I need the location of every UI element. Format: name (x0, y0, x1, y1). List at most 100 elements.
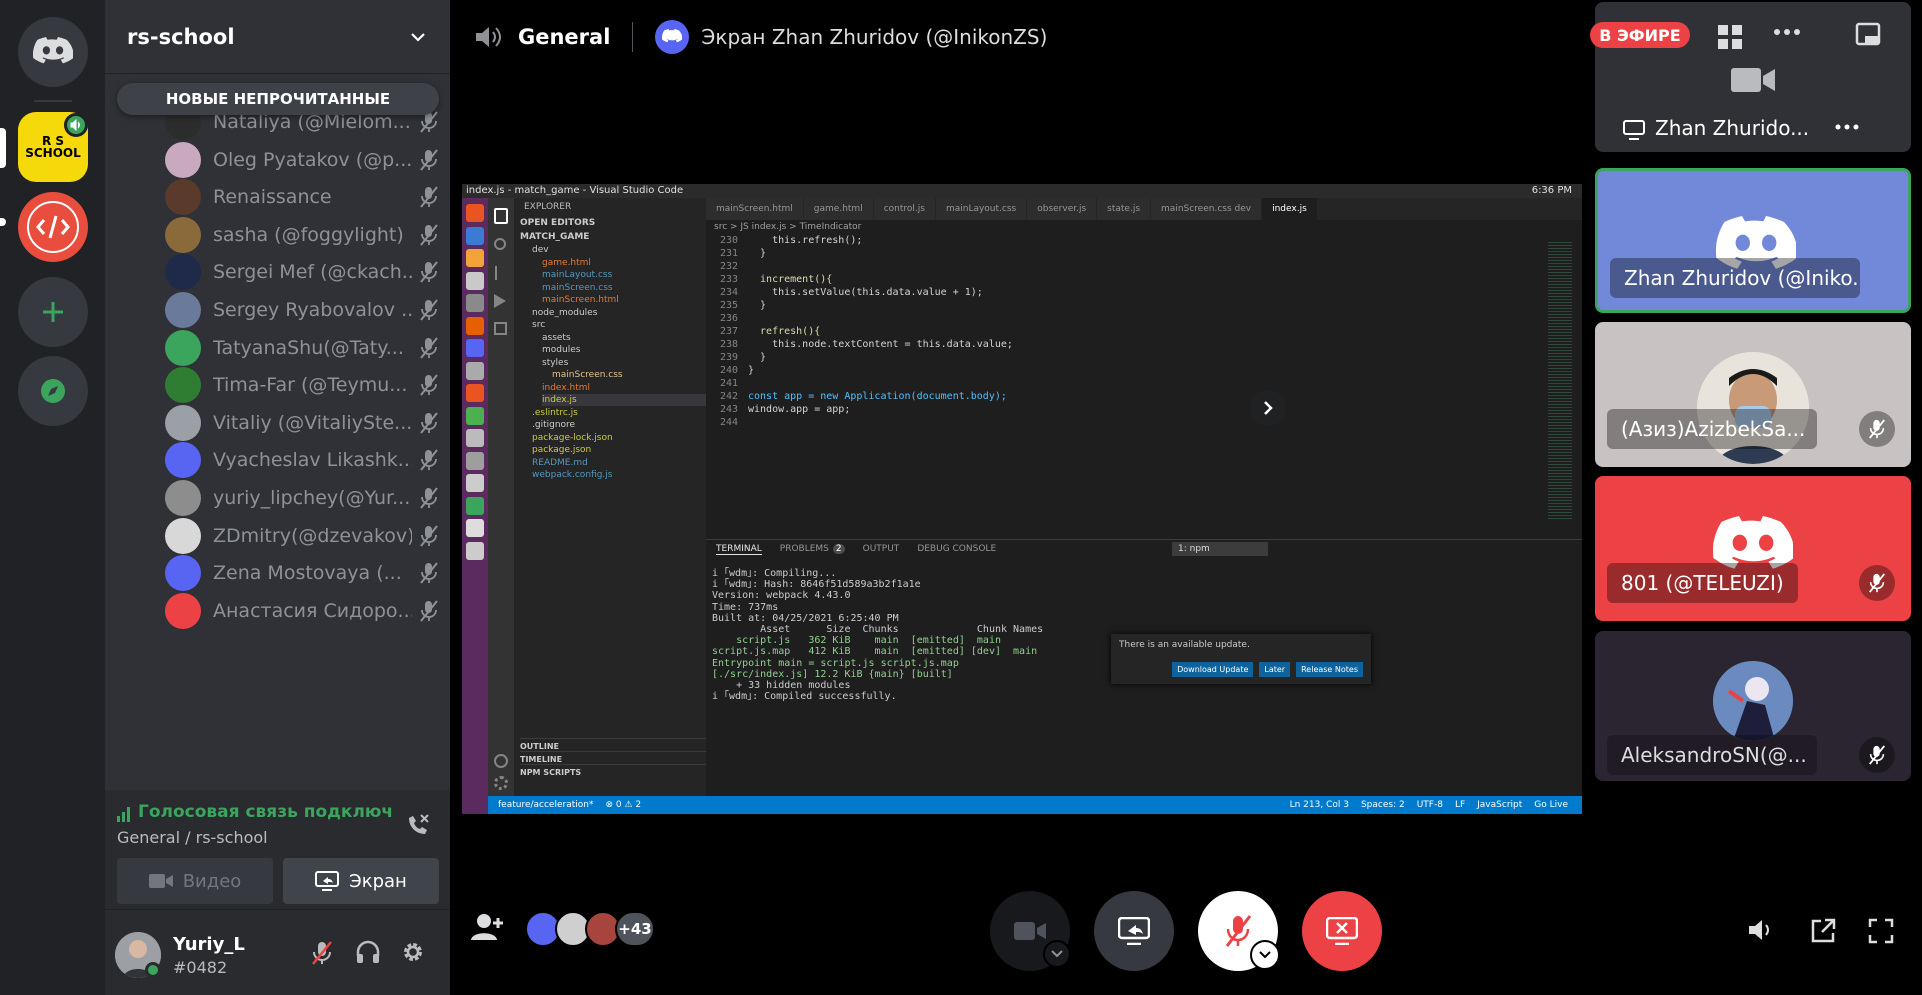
launcher-app-icon[interactable] (466, 519, 484, 537)
notification-button[interactable]: Release Notes (1296, 662, 1363, 677)
file-tree-item[interactable]: webpack.config.js (532, 469, 612, 481)
file-tree-item[interactable]: styles (542, 357, 568, 369)
status-item[interactable]: feature/acceleration* (498, 796, 593, 814)
server-header[interactable]: rs-school (105, 0, 450, 73)
account-icon[interactable] (494, 754, 508, 768)
participant-tile[interactable]: Zhan Zhuridov (@Iniko... (1595, 168, 1911, 313)
voice-member[interactable]: TatyanaShu(@Taty... (165, 328, 440, 368)
grid-view-icon[interactable] (1717, 24, 1743, 50)
status-item[interactable]: LF (1455, 796, 1465, 814)
voice-member[interactable]: Vitaliy (@VitaliySte... (165, 403, 440, 443)
volume-icon[interactable] (1747, 917, 1775, 943)
launcher-app-icon[interactable] (466, 541, 484, 560)
file-tree-item[interactable]: src (532, 319, 545, 331)
fullscreen-icon[interactable] (1868, 918, 1894, 944)
status-item[interactable]: ⊗ 0 ⚠ 2 (605, 796, 641, 814)
panel-tab[interactable]: PROBLEMS 2 (780, 544, 845, 555)
mic-options-button[interactable] (1250, 940, 1280, 970)
file-tree-item[interactable]: mainLayout.css (542, 269, 612, 281)
launcher-app-icon[interactable] (466, 226, 484, 245)
voice-member[interactable]: Renaissance (165, 177, 440, 217)
file-tree-item[interactable]: mainScreen.css (552, 369, 623, 381)
external-link-icon[interactable] (1810, 918, 1836, 944)
launcher-app-icon[interactable] (466, 249, 484, 267)
file-tree-item[interactable]: assets (542, 332, 571, 344)
voice-member[interactable]: Vyacheslav Likashk... (165, 440, 440, 480)
launcher-app-icon[interactable] (466, 361, 484, 380)
launcher-app-icon[interactable] (466, 384, 484, 402)
participant-tile[interactable]: 801 (@TELEUZI) (1595, 476, 1911, 621)
voice-member[interactable]: Sergei Mef (@ckach... (165, 252, 440, 292)
guild-kevin-powell[interactable] (18, 192, 88, 262)
file-tree-item[interactable]: mainScreen.css (542, 282, 613, 294)
screen-share-stream[interactable]: index.js - match_game - Visual Studio Co… (462, 184, 1582, 814)
voice-status[interactable]: Голосовая связь подключ (138, 802, 408, 822)
camera-options-button[interactable] (1043, 940, 1071, 968)
new-unreads-pill[interactable]: НОВЫЕ НЕПРОЧИТАННЫЕ (117, 83, 439, 115)
file-tree-item[interactable]: index.js (542, 394, 712, 406)
file-tree-item[interactable]: dev (532, 244, 549, 256)
more-options-icon[interactable] (1835, 124, 1859, 130)
headphones-icon[interactable] (355, 940, 381, 964)
status-item[interactable]: JavaScript (1477, 796, 1522, 814)
settings-icon[interactable] (494, 776, 508, 790)
code-editor[interactable]: 230 231 232 233 234 235 236 237 238 239 240 241 242 2… (706, 234, 1582, 539)
launcher-app-icon[interactable] (466, 316, 484, 335)
file-tree-item[interactable]: package-lock.json (532, 432, 613, 444)
invite-icon[interactable] (470, 912, 504, 942)
video-button[interactable]: Видео (117, 858, 273, 904)
more-options-icon[interactable] (1773, 28, 1801, 36)
status-item[interactable]: Spaces: 2 (1361, 796, 1405, 814)
explore-servers-button[interactable] (18, 356, 88, 426)
launcher-app-icon[interactable] (466, 496, 484, 515)
editor-tab[interactable]: control.js (873, 198, 936, 220)
panel-tab[interactable]: TERMINAL (716, 544, 762, 555)
voice-member[interactable]: yuriy_lipchey(@Yur... (165, 478, 440, 518)
add-server-button[interactable] (18, 277, 88, 347)
sidebar-section[interactable]: NPM SCRIPTS (520, 764, 706, 781)
run-icon[interactable] (494, 294, 506, 308)
source-control-icon[interactable] (495, 266, 505, 280)
voice-channel-name[interactable]: General / rs-school (117, 828, 268, 847)
status-item[interactable]: UTF-8 (1417, 796, 1443, 814)
launcher-app-icon[interactable] (466, 339, 484, 357)
editor-tab[interactable]: mainScreen.html (706, 198, 804, 220)
voice-member[interactable]: ZDmitry(@dzevakov) (165, 516, 440, 556)
editor-tab[interactable]: index.js (1262, 198, 1318, 220)
launcher-app-icon[interactable] (466, 429, 484, 447)
screen-share-toggle[interactable] (1094, 891, 1174, 971)
notification-button[interactable]: Download Update (1172, 662, 1254, 677)
editor-tab[interactable]: observer.js (1027, 198, 1098, 220)
file-tree-item[interactable]: node_modules (532, 307, 597, 319)
file-tree-item[interactable]: modules (542, 344, 580, 356)
disconnect-icon[interactable] (403, 810, 433, 840)
panel-tab[interactable]: DEBUG CONSOLE (917, 544, 996, 555)
mute-mic-icon[interactable] (310, 940, 334, 966)
file-tree-item[interactable]: package.json (532, 444, 591, 456)
status-item[interactable]: Go Live (1534, 796, 1568, 814)
search-icon[interactable] (494, 238, 506, 250)
editor-tab[interactable]: state.js (1097, 198, 1152, 220)
voice-member[interactable]: sasha (@foggylight) (165, 215, 440, 255)
screen-share-button[interactable]: Экран (283, 858, 439, 904)
voice-member[interactable]: Анастасия Сидоро... (165, 591, 440, 631)
terminal-select[interactable]: 1: npm (1172, 542, 1268, 556)
editor-tab[interactable]: mainScreen.css dev (1151, 198, 1263, 220)
panel-tab[interactable]: OUTPUT (863, 544, 900, 555)
popout-icon[interactable] (1855, 22, 1881, 48)
launcher-app-icon[interactable] (466, 271, 484, 290)
gear-icon[interactable] (401, 940, 425, 964)
explorer-icon[interactable] (494, 208, 508, 224)
voice-member[interactable]: Tima-Far (@Teymu... (165, 365, 440, 405)
voice-member[interactable]: Sergey Ryabovalov ... (165, 290, 440, 330)
leave-call-button[interactable] (1302, 891, 1382, 971)
next-stream-button[interactable] (1250, 390, 1286, 426)
home-button[interactable] (18, 17, 88, 87)
launcher-app-icon[interactable] (466, 406, 484, 425)
voice-member[interactable]: Oleg Pyatakov (@p... (165, 140, 440, 180)
file-tree-item[interactable]: .eslintrc.js (532, 407, 578, 419)
file-tree-item[interactable]: index.html (542, 382, 590, 394)
file-tree-item[interactable]: mainScreen.html (542, 294, 619, 306)
minimap[interactable] (1548, 240, 1572, 520)
file-tree-item[interactable]: README.md (532, 457, 588, 469)
